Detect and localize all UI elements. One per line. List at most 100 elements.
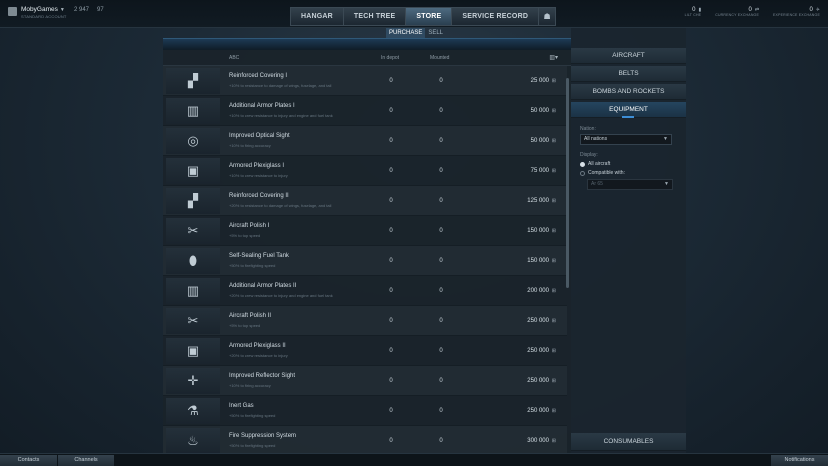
table-row[interactable]: ▥ Additional Armor Plates I +10% to crew r… <box>163 96 567 126</box>
column-mounted[interactable]: Mounted <box>430 55 449 61</box>
radio-compatible[interactable]: Compatible with: <box>580 170 680 176</box>
column-depot[interactable]: In depot <box>381 55 399 61</box>
player-avatar-icon <box>8 7 17 16</box>
wing-covering-icon: ▞ <box>166 68 220 94</box>
radio-all-aircraft[interactable]: All aircraft <box>580 161 680 167</box>
polish-icon: ✂ <box>166 308 220 334</box>
silver-balance: 2 947 <box>74 7 90 13</box>
plexiglass-icon: ▣ <box>166 158 220 184</box>
stat-experience-exchange[interactable]: 0 ✈ EXPERIENCE EXCHANGE <box>773 7 820 17</box>
item-description: +50% to firefighting speed <box>229 443 276 448</box>
nation-select[interactable]: All nations ▼ <box>580 134 672 145</box>
main-nav: HANGAR TECH TREE STORE SERVICE RECORD ☗ <box>290 7 557 26</box>
mounted-count: 0 <box>439 138 443 144</box>
mounted-count: 0 <box>439 378 443 384</box>
silver-currency-icon: ⊞ <box>551 348 556 354</box>
mounted-count: 0 <box>439 198 443 204</box>
table-row[interactable]: ♨ Fire Suppression System +50% to firefigh… <box>163 426 567 456</box>
table-scrollbar[interactable] <box>566 78 569 288</box>
notifications-button[interactable]: Notifications <box>771 455 828 466</box>
chevron-down-icon: ▼ <box>663 136 668 142</box>
sort-by-name[interactable]: ABC <box>229 55 239 61</box>
channels-button[interactable]: Channels <box>58 455 114 466</box>
table-row[interactable]: ⬮ Self-Sealing Fuel Tank +50% to firefight… <box>163 246 567 276</box>
tab-sell[interactable]: SELL <box>425 28 446 38</box>
item-description: +10% to firing accuracy <box>229 383 271 388</box>
reflector-sight-icon: ✛ <box>166 368 220 394</box>
table-row[interactable]: ◎ Improved Optical Sight +10% to firing ac… <box>163 126 567 156</box>
silver-currency-icon: ⊞ <box>551 228 556 234</box>
table-row[interactable]: ▞ Reinforced Covering II +20% to resistanc… <box>163 186 567 216</box>
table-row[interactable]: ▣ Armored Plexiglass I +10% to crew resist… <box>163 156 567 186</box>
currency-display: 2 947 97 <box>74 7 104 13</box>
extinguisher-icon: ♨ <box>166 428 220 454</box>
tab-store[interactable]: STORE <box>406 8 453 25</box>
contacts-button[interactable]: Contacts <box>0 455 57 466</box>
category-aircraft[interactable]: AIRCRAFT <box>571 48 686 64</box>
mounted-count: 0 <box>439 168 443 174</box>
mounted-count: 0 <box>439 288 443 294</box>
radio-compatible-label: Compatible with: <box>588 170 625 176</box>
tab-tech-tree[interactable]: TECH TREE <box>343 8 407 25</box>
store-subtabs: PURCHASE SELL <box>386 28 446 38</box>
item-description: +20% to resistance to damage of wings, f… <box>229 203 332 208</box>
item-name: Reinforced Covering I <box>229 73 288 79</box>
table-row[interactable]: ✂ Aircraft Polish II +5% to top speed 0 0 250… <box>163 306 567 336</box>
bottom-bar: Contacts Channels Notifications <box>0 453 828 466</box>
chevron-down-icon[interactable]: ▼ <box>60 7 65 13</box>
table-row[interactable]: ✛ Improved Reflector Sight +10% to firing … <box>163 366 567 396</box>
silver-currency-icon: ⊞ <box>551 258 556 264</box>
nation-label: Nation: <box>580 126 596 132</box>
settings-icon[interactable]: ☗ <box>539 8 556 25</box>
in-depot-count: 0 <box>389 138 393 144</box>
item-description: +10% to crew resistance to injury and en… <box>229 113 333 118</box>
item-description: +10% to resistance to damage of wings, f… <box>229 83 332 88</box>
compatible-aircraft-select[interactable]: Ar 65 ▼ <box>587 179 673 190</box>
item-description: +20% to crew resistance to injury and en… <box>229 293 333 298</box>
table-row[interactable]: ✂ Aircraft Polish I +5% to top speed 0 0 150 … <box>163 216 567 246</box>
item-name: Aircraft Polish I <box>229 223 270 229</box>
tab-hangar[interactable]: HANGAR <box>291 8 344 25</box>
item-name: Improved Optical Sight <box>229 133 290 139</box>
table-row[interactable]: ▣ Armored Plexiglass II +20% to crew resis… <box>163 336 567 366</box>
item-name: Self-Sealing Fuel Tank <box>229 253 289 259</box>
category-equipment[interactable]: EQUIPMENT <box>571 102 686 118</box>
stat-currency-exchange[interactable]: 0 ⇄ CURRENCY EXCHANGE <box>715 7 759 17</box>
silver-currency-icon: ⊞ <box>551 378 556 384</box>
resource-stats: 0 ▮ LILT CHE 0 ⇄ CURRENCY EXCHANGE 0 ✈ EXPE… <box>685 7 820 17</box>
category-consumables[interactable]: CONSUMABLES <box>571 433 686 451</box>
silver-currency-icon: ⊞ <box>551 108 556 114</box>
item-description: +50% to firefighting speed <box>229 263 276 268</box>
item-price: 300 000 <box>527 438 549 444</box>
table-header: ABC In depot Mounted ▥▾ <box>163 50 571 66</box>
item-price: 250 000 <box>527 378 549 384</box>
silver-currency-icon: ⊞ <box>551 288 556 294</box>
nation-select-value: All nations <box>584 136 608 142</box>
category-bombs-rockets[interactable]: BOMBS AND ROCKETS <box>571 84 686 100</box>
polish-icon: ✂ <box>166 218 220 244</box>
category-belts[interactable]: BELTS <box>571 66 686 82</box>
item-price: 250 000 <box>527 408 549 414</box>
item-price: 125 000 <box>527 198 549 204</box>
table-row[interactable]: ▥ Additional Armor Plates II +20% to crew … <box>163 276 567 306</box>
active-indicator <box>622 116 634 118</box>
table-row[interactable]: ⚗ Inert Gas +50% to firefighting speed 0 0 25… <box>163 396 567 426</box>
gold-balance: 97 <box>97 7 104 13</box>
tab-service-record[interactable]: SERVICE RECORD <box>452 8 540 25</box>
item-price: 75 000 <box>530 168 549 174</box>
category-equipment-label: EQUIPMENT <box>609 106 648 113</box>
armor-plate-icon: ▥ <box>166 98 220 124</box>
stat-lilt[interactable]: 0 ▮ LILT CHE <box>685 7 702 17</box>
category-sidebar: AIRCRAFT BELTS BOMBS AND ROCKETS EQUIPME… <box>571 28 686 456</box>
mounted-count: 0 <box>439 78 443 84</box>
mounted-count: 0 <box>439 228 443 234</box>
item-name: Armored Plexiglass II <box>229 343 286 349</box>
item-price: 200 000 <box>527 288 549 294</box>
filter-icon[interactable]: ▥▾ <box>549 54 558 61</box>
tab-purchase[interactable]: PURCHASE <box>386 28 426 38</box>
player-info[interactable]: MobyGames ▼ STANDARD ACCOUNT <box>8 6 67 19</box>
table-row[interactable]: ▞ Reinforced Covering I +10% to resistance… <box>163 66 567 96</box>
in-depot-count: 0 <box>389 168 393 174</box>
item-name: Improved Reflector Sight <box>229 373 296 379</box>
radio-unchecked-icon <box>580 170 585 176</box>
